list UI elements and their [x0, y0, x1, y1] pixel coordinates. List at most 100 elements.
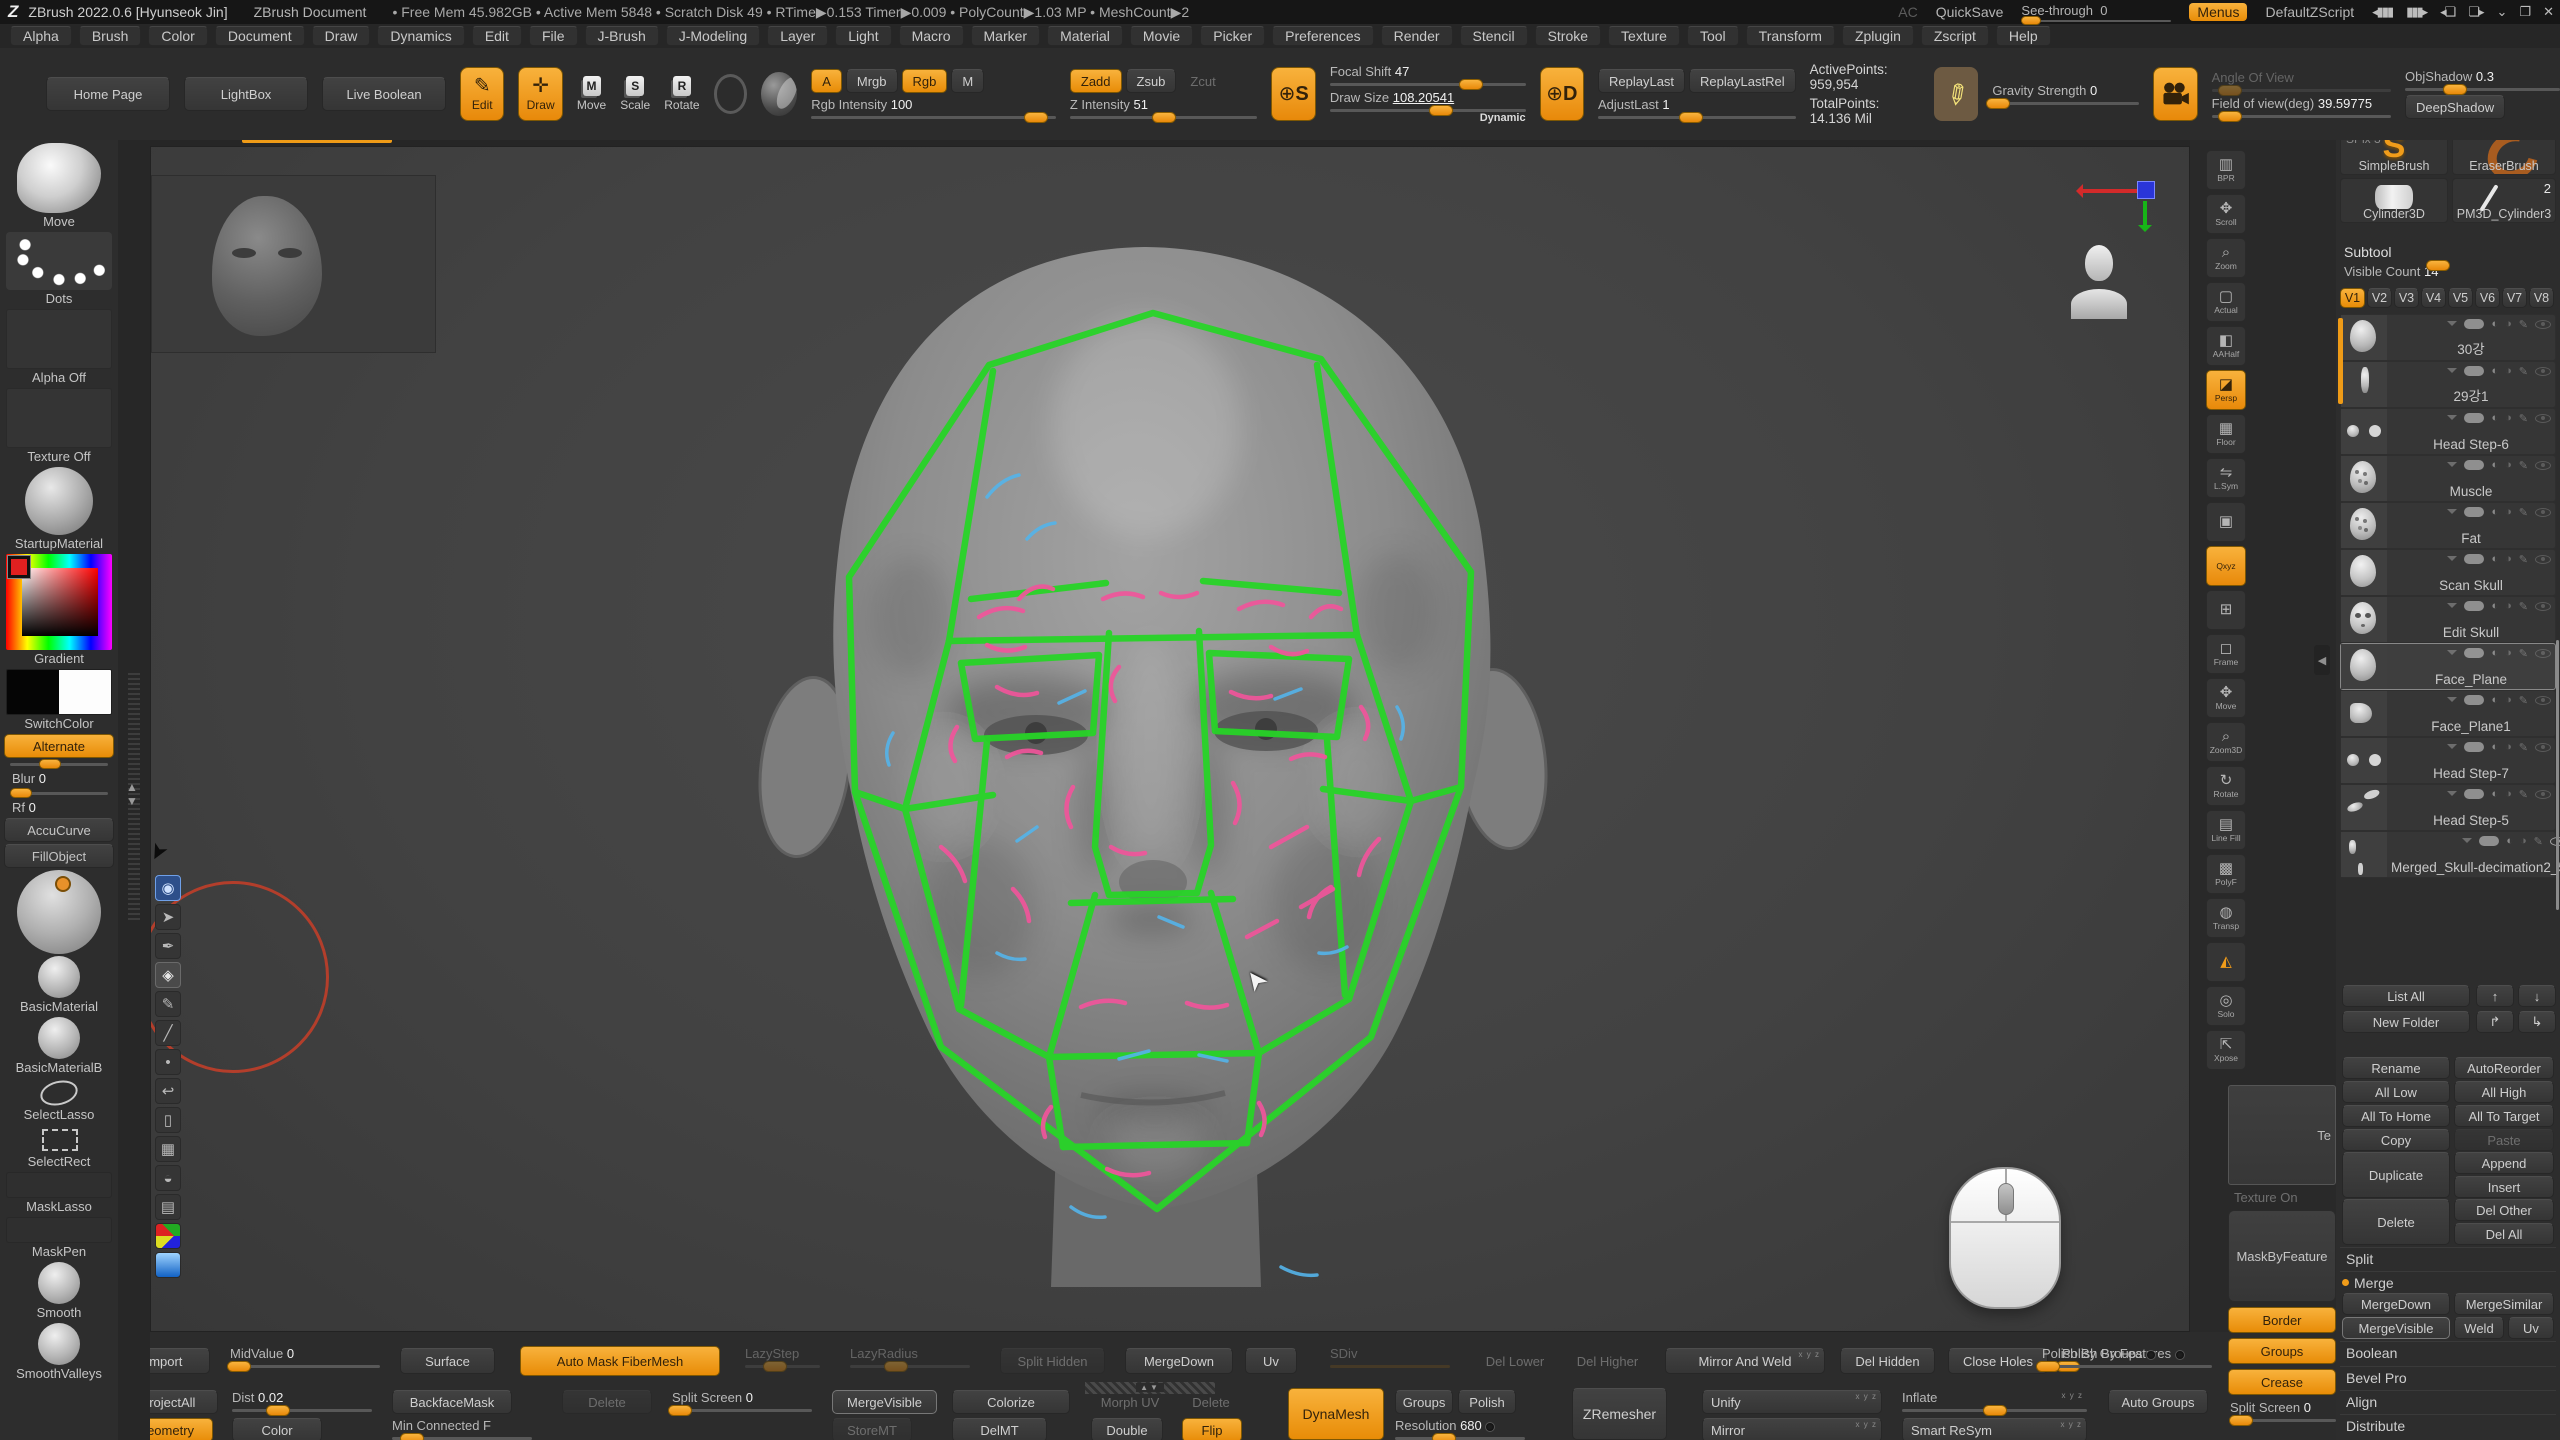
visibility-eye-icon[interactable]: [2535, 414, 2551, 423]
floor-grid-icon[interactable]: ▦ Floor: [2206, 414, 2246, 454]
surface-button[interactable]: Surface: [400, 1348, 495, 1374]
subtool-row[interactable]: Head Step-5: [2340, 784, 2556, 831]
uv-map-icon[interactable]: [2491, 553, 2498, 565]
boolean-section[interactable]: Boolean: [2340, 1341, 2556, 1363]
menu-item[interactable]: Help: [1996, 26, 2051, 46]
move-down-button[interactable]: ↓: [2518, 985, 2556, 1007]
tray-slider-track[interactable]: [10, 763, 108, 766]
min-connected-slider[interactable]: Min Connected F: [392, 1418, 532, 1440]
subtool-version-tab[interactable]: V5: [2448, 288, 2473, 308]
polypaint-icon[interactable]: [2464, 366, 2484, 376]
displacement-icon[interactable]: [2520, 835, 2527, 847]
displacement-icon[interactable]: [2505, 600, 2512, 612]
menu-item[interactable]: Macro: [899, 26, 964, 46]
uv-map-icon[interactable]: [2491, 506, 2498, 518]
split-hidden-button[interactable]: Split Hidden: [1000, 1348, 1105, 1374]
uv-map-icon[interactable]: [2491, 647, 2498, 659]
list-arrow-icon[interactable]: [2447, 509, 2457, 519]
double-button[interactable]: Double: [1091, 1418, 1163, 1440]
displacement-icon[interactable]: [2505, 741, 2512, 753]
subtool-version-tab[interactable]: V6: [2475, 288, 2500, 308]
menu-item[interactable]: J-Brush: [585, 26, 659, 46]
sdiv-slider[interactable]: SDiv: [1330, 1346, 1450, 1368]
scroll-icon[interactable]: ✥ Scroll: [2206, 194, 2246, 234]
left-tray-item[interactable]: AccuCurve: [4, 818, 114, 842]
lightbox-button[interactable]: LightBox: [184, 77, 308, 111]
polypaint-icon[interactable]: [2464, 507, 2484, 517]
left-tray-item[interactable]: MaskPen: [4, 1217, 114, 1260]
lazy-mouse-button[interactable]: ✏: [1934, 67, 1978, 121]
new-folder-button[interactable]: New Folder: [2342, 1011, 2470, 1033]
paint-brush-icon[interactable]: [2519, 741, 2528, 754]
subtool-row[interactable]: Muscle: [2340, 455, 2556, 502]
del-other-button[interactable]: Del Other: [2454, 1199, 2554, 1221]
uv-map-icon[interactable]: [2491, 600, 2498, 612]
home-page-button[interactable]: Home Page: [46, 77, 170, 111]
subtool-version-tab[interactable]: V4: [2421, 288, 2446, 308]
merge-visible-button[interactable]: MergeVisible: [2342, 1317, 2450, 1339]
visibility-eye-icon[interactable]: [2535, 320, 2551, 329]
close-holes-button[interactable]: Close Holes: [1948, 1348, 2048, 1374]
gravity-slider[interactable]: Gravity Strength 0: [1992, 83, 2139, 105]
quicksave-button[interactable]: QuickSave: [1936, 4, 2004, 20]
pencil-icon[interactable]: ✎: [155, 991, 181, 1017]
left-tray-item[interactable]: Blur 0: [4, 760, 114, 787]
replay-last-rel-button[interactable]: ReplayLastRel: [1689, 69, 1796, 93]
polypaint-icon[interactable]: [2464, 319, 2484, 329]
color-button[interactable]: Color: [232, 1418, 322, 1440]
left-tray-item[interactable]: [4, 870, 114, 954]
del-higher-button[interactable]: Del Higher: [1565, 1348, 1650, 1374]
list-arrow-icon[interactable]: [2447, 368, 2457, 378]
lazystep-slider[interactable]: LazyStep: [745, 1346, 820, 1368]
visibility-eye-icon[interactable]: [2535, 461, 2551, 470]
move-3d-icon[interactable]: ✥ Move: [2206, 678, 2246, 718]
polypaint-icon[interactable]: [2464, 695, 2484, 705]
focal-shift-slider[interactable]: Focal Shift 47: [1330, 64, 1526, 86]
uv-map-icon[interactable]: [2491, 318, 2498, 330]
menus-button[interactable]: Menus: [2189, 3, 2247, 21]
m-toggle[interactable]: M: [951, 69, 984, 93]
displacement-icon[interactable]: [2505, 459, 2512, 471]
all-high-button[interactable]: All High: [2454, 1081, 2554, 1103]
polypaint-icon[interactable]: [2464, 601, 2484, 611]
mirror-and-weld-button[interactable]: Mirror And Weld: [1665, 1348, 1825, 1374]
tool-slot[interactable]: 2 PM3D_Cylinder3: [2452, 178, 2556, 223]
menu-item[interactable]: Zplugin: [1842, 26, 1914, 46]
left-tray-item[interactable]: MaskLasso: [4, 1172, 114, 1215]
copy-button[interactable]: Copy: [2342, 1129, 2450, 1151]
list-arrow-icon[interactable]: [2447, 744, 2457, 754]
displacement-icon[interactable]: [2505, 553, 2512, 565]
paint-brush-icon[interactable]: [2519, 600, 2528, 613]
delmt-button[interactable]: DelMT: [952, 1418, 1047, 1440]
left-tray-item[interactable]: BasicMaterial: [4, 956, 114, 1015]
duplicate-button[interactable]: Duplicate: [2342, 1152, 2450, 1198]
paint-brush-icon[interactable]: [2534, 835, 2543, 848]
pointer-icon[interactable]: ➤: [155, 904, 181, 930]
left-tray-item[interactable]: Smooth: [4, 1262, 114, 1321]
palette-icon[interactable]: [155, 1223, 181, 1249]
displacement-icon[interactable]: [2505, 647, 2512, 659]
left-tray-item[interactable]: SelectRect: [4, 1125, 114, 1170]
menu-item[interactable]: Light: [835, 26, 891, 46]
left-tray-item[interactable]: Move: [4, 143, 114, 230]
uv-map-icon[interactable]: [2491, 741, 2498, 753]
menu-item[interactable]: Marker: [971, 26, 1041, 46]
texture-thumbnail[interactable]: Te: [2228, 1085, 2336, 1185]
morph-uv-button[interactable]: Morph UV: [1091, 1390, 1169, 1414]
pane-shrink-icon[interactable]: ◂▮▮▮: [2372, 4, 2392, 20]
polypaint-icon[interactable]: [2464, 789, 2484, 799]
paint-brush-icon[interactable]: [2519, 318, 2528, 331]
paint-brush-icon[interactable]: [2519, 647, 2528, 660]
split-screen-bottom-slider[interactable]: Split Screen 0: [672, 1390, 812, 1412]
angle-of-view-slider[interactable]: Angle Of View: [2212, 70, 2391, 92]
left-tray-item[interactable]: SwitchColor: [4, 669, 114, 732]
delete-bottom-button[interactable]: Delete: [562, 1390, 652, 1414]
left-tray-item[interactable]: Gradient: [4, 554, 114, 667]
left-tray-item[interactable]: BasicMaterialB: [4, 1017, 114, 1076]
displacement-icon[interactable]: [2505, 365, 2512, 377]
subtool-row[interactable]: Fat: [2340, 502, 2556, 549]
subtool-row[interactable]: Scan Skull: [2340, 549, 2556, 596]
paint-brush-icon[interactable]: [2519, 788, 2528, 801]
list-arrow-icon[interactable]: [2447, 697, 2457, 707]
zoom3d-icon[interactable]: ⌕ Zoom3D: [2206, 722, 2246, 762]
